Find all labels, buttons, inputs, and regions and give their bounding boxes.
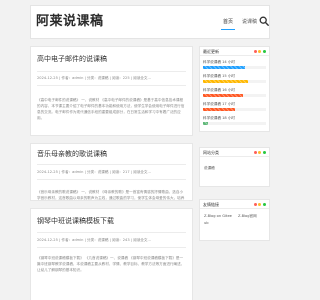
green-dot-icon xyxy=(263,203,266,206)
red-dot-icon xyxy=(253,50,257,53)
window-dots xyxy=(253,151,266,154)
article-meta: 2024-12-25 | 作者：admin | 分类：说课稿 | 阅读：217 … xyxy=(37,170,151,174)
article-card: 音乐母亲教的歌说课稿 2024-12-25 | 作者：admin | 分类：说课… xyxy=(30,143,193,201)
yellow-dot-icon xyxy=(258,151,262,154)
red-dot-icon xyxy=(253,151,257,154)
recent-post-title[interactable]: 科学说课稿 16 小时 xyxy=(203,88,266,93)
article-summary: 《音乐母亲教的歌说课稿》 一、说教材 《母亲教的歌》是一首富有情感的抒情歌曲，选… xyxy=(37,190,185,200)
widget-title: 最近更新 xyxy=(203,49,219,54)
bar-fill xyxy=(203,80,249,83)
friend-link[interactable]: Z-Blog官网 xyxy=(238,214,257,219)
yellow-dot-icon xyxy=(258,50,262,53)
red-dot-icon xyxy=(253,203,257,206)
recent-post-item[interactable]: 科学说课稿 14 小时 xyxy=(203,60,266,69)
friend-link[interactable]: Z-Blog on Gitee xyxy=(204,214,232,219)
article-meta: 2024-12-25 | 作者：admin | 分类：说课稿 | 阅读：243 … xyxy=(37,238,151,242)
category-link[interactable]: 说课稿 xyxy=(204,166,215,171)
bar-fill xyxy=(203,94,243,97)
widget-title: 网站分类 xyxy=(203,150,219,155)
article-title[interactable]: 钢琴中班说课稿模板下载 xyxy=(37,217,114,226)
article-meta: 2024-12-25 | 作者：admin | 分类：说课稿 | 阅读：225 … xyxy=(37,76,151,80)
article-summary: 《高中电子邮件的说课稿》 一、说教材 《高中电子邮件的说课稿》是基于高中信息技术… xyxy=(37,98,185,120)
recent-post-item[interactable]: 科学说课稿 17 小时 xyxy=(203,102,266,111)
recent-post-title[interactable]: 科学说课稿 17 小时 xyxy=(203,102,266,107)
widget-header: 网站分类 xyxy=(200,148,269,157)
widget-header: 最近更新 xyxy=(200,47,269,56)
nav-active-indicator xyxy=(221,29,235,30)
recent-post-bar xyxy=(203,122,266,125)
article-divider xyxy=(37,179,186,180)
nav-category-link[interactable]: 说课稿 xyxy=(242,19,257,26)
article-divider xyxy=(37,71,186,72)
friend-link[interactable]: ub xyxy=(204,221,209,226)
article-divider xyxy=(37,164,186,165)
green-dot-icon xyxy=(263,50,266,53)
site-logo[interactable]: 阿莱说课稿 xyxy=(36,14,104,30)
green-dot-icon xyxy=(263,151,266,154)
recent-post-item[interactable]: 科学说课稿 16 小时 xyxy=(203,88,266,97)
widget-header: 友情链接 xyxy=(200,200,269,209)
recent-post-item[interactable]: 科学说课稿 18 小时 xyxy=(203,116,266,125)
article-card: 高中电子邮件的说课稿 2024-12-25 | 作者：admin | 分类：说课… xyxy=(30,46,193,136)
article-divider xyxy=(37,232,186,233)
bar-fill xyxy=(203,108,235,111)
article-divider xyxy=(37,247,186,248)
window-dots xyxy=(253,203,266,206)
recent-post-bar xyxy=(203,108,266,111)
recent-post-title[interactable]: 科学说课稿 18 小时 xyxy=(203,116,266,121)
recent-post-item[interactable]: 科学说课稿 15 小时 xyxy=(203,74,266,83)
article-title[interactable]: 音乐母亲教的歌说课稿 xyxy=(37,150,107,159)
article-title[interactable]: 高中电子邮件的说课稿 xyxy=(37,55,107,64)
recent-post-bar xyxy=(203,80,266,83)
article-card: 钢琴中班说课稿模板下载 2024-12-25 | 作者：admin | 分类：说… xyxy=(30,208,193,300)
recent-post-title[interactable]: 科学说课稿 14 小时 xyxy=(203,60,266,65)
bar-fill xyxy=(203,122,209,125)
friend-links-widget: 友情链接 Z-Blog on Gitee Z-Blog官网 ub xyxy=(199,199,270,241)
recent-post-bar xyxy=(203,66,266,69)
recent-posts-widget: 最近更新 科学说课稿 14 小时 科学说课稿 15 小时 科学说课稿 16 小时… xyxy=(199,46,270,132)
article-summary: 《钢琴中班说课稿模板下载》 《几首说课稿》一、说课稿 《钢琴中班说课稿模板下载》… xyxy=(37,256,185,272)
site-header: 阿莱说课稿 首页 说课稿 xyxy=(30,5,270,39)
nav-home-link[interactable]: 首页 xyxy=(223,19,233,26)
widget-title: 友情链接 xyxy=(203,202,219,207)
recent-post-bar xyxy=(203,94,266,97)
bar-fill xyxy=(203,66,245,69)
categories-widget: 网站分类 说课稿 xyxy=(199,147,270,187)
window-dots xyxy=(253,50,266,53)
article-divider xyxy=(37,85,186,86)
recent-post-title[interactable]: 科学说课稿 15 小时 xyxy=(203,74,266,79)
yellow-dot-icon xyxy=(258,203,262,206)
search-icon[interactable] xyxy=(259,16,269,26)
